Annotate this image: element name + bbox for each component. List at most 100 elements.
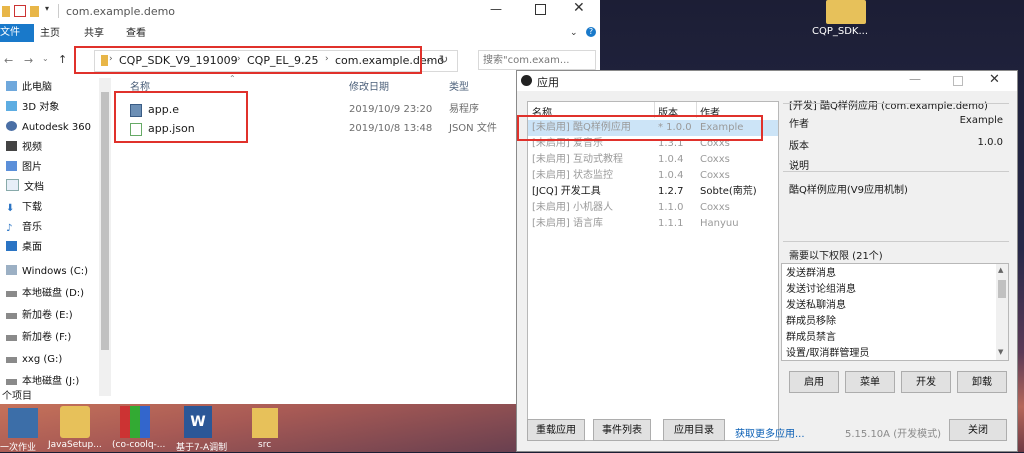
permission-item: 群成员禁言: [786, 332, 836, 343]
minimize-icon[interactable]: —: [490, 2, 502, 16]
annotation-box: [74, 46, 422, 74]
list-item[interactable]: [未启用] 互动式教程 1.0.4 Coxxs: [528, 152, 778, 168]
shortcut-icon[interactable]: [8, 408, 38, 438]
nav-label: xxg (G:): [22, 354, 63, 365]
desktop-folder-icon[interactable]: [826, 0, 866, 24]
refresh-icon[interactable]: ↻: [439, 53, 448, 66]
enable-button[interactable]: 启用: [789, 371, 839, 393]
download-icon: ⬇: [6, 203, 15, 214]
get-more-apps-link[interactable]: 获取更多应用...: [735, 425, 805, 440]
tab-view[interactable]: 查看: [126, 24, 146, 44]
folder-icon[interactable]: [252, 408, 278, 438]
app-dialog: 应用 — ✕ 名称 版本 作者 [未启用] 酷Q样例应用 * 1.0.0 Exa…: [516, 70, 1018, 452]
archive-icon[interactable]: [120, 406, 150, 438]
nav-item[interactable]: ♪ 音乐: [0, 218, 42, 238]
tab-share[interactable]: 共享: [84, 24, 104, 44]
search-input[interactable]: 搜索"com.exam...: [478, 50, 596, 70]
list-item[interactable]: [未启用] 状态监控 1.0.4 Coxxs: [528, 168, 778, 184]
scrollbar-thumb[interactable]: [101, 92, 109, 350]
scroll-down-icon[interactable]: ▼: [998, 348, 1003, 356]
list-item[interactable]: [未启用] 语言库 1.1.1 Hanyuu: [528, 216, 778, 232]
nav-item[interactable]: Windows (C:): [0, 262, 88, 282]
tab-file[interactable]: 文件: [0, 24, 34, 42]
tab-home[interactable]: 主页: [40, 24, 60, 44]
new-folder-icon[interactable]: [30, 6, 39, 17]
list-item[interactable]: [JCQ] 开发工具 1.2.7 Sobte(南荒): [528, 184, 778, 200]
annotation-box: [517, 115, 763, 141]
maximize-icon[interactable]: [535, 4, 546, 15]
pictures-icon: [6, 161, 17, 171]
file-explorer-window: ▾ com.example.demo — ✕ 文件 主页 共享 查看 ⌄ ? ←…: [0, 0, 600, 404]
nav-item[interactable]: 视频: [0, 138, 42, 158]
description-label: 说明: [789, 161, 809, 172]
close-icon[interactable]: ✕: [573, 0, 585, 16]
desktop-icon-label: CQP_SDK...: [812, 26, 869, 37]
app-author: Coxxs: [700, 170, 730, 181]
documents-icon: [6, 179, 19, 191]
scroll-up-icon[interactable]: ▲: [998, 266, 1003, 274]
help-icon[interactable]: ?: [586, 27, 596, 37]
properties-icon[interactable]: [14, 5, 26, 17]
nav-item[interactable]: 本地磁盘 (D:): [0, 284, 84, 304]
app-name: [JCQ] 开发工具: [532, 186, 601, 197]
nav-item[interactable]: 本地磁盘 (J:): [0, 372, 79, 392]
nav-item[interactable]: ⬇ 下载: [0, 198, 42, 218]
app-name: [未启用] 互动式教程: [532, 154, 623, 165]
close-icon[interactable]: ✕: [989, 72, 1000, 87]
app-directory-button[interactable]: 应用目录: [663, 419, 725, 441]
up-icon[interactable]: ↑: [58, 53, 67, 66]
version-value: 1.0.0: [977, 137, 1003, 148]
nav-item[interactable]: Autodesk 360: [0, 118, 91, 138]
nav-label: 本地磁盘 (D:): [22, 288, 85, 299]
drive-icon: [6, 335, 17, 341]
nav-item[interactable]: 新加卷 (F:): [0, 328, 71, 348]
word-doc-icon[interactable]: W: [184, 406, 212, 438]
nav-item[interactable]: 图片: [0, 158, 42, 178]
nav-label: 此电脑: [22, 82, 52, 93]
ribbon-expand-icon[interactable]: ⌄: [570, 28, 578, 38]
list-item[interactable]: [未启用] 小机器人 1.1.0 Coxxs: [528, 200, 778, 216]
nav-item[interactable]: 新加卷 (E:): [0, 306, 73, 326]
permission-item: 设置/取消群管理员: [786, 348, 870, 359]
nav-item[interactable]: 此电脑: [0, 78, 52, 98]
nav-item[interactable]: xxg (G:): [0, 350, 62, 370]
forward-icon[interactable]: →: [24, 54, 33, 67]
back-icon[interactable]: ←: [4, 54, 13, 67]
permissions-scrollbar[interactable]: ▲ ▼: [996, 264, 1008, 360]
nav-label: 新加卷 (F:): [22, 332, 72, 343]
nav-item[interactable]: 文档: [0, 178, 44, 198]
app-author: Hanyuu: [700, 218, 739, 229]
nav-label: Windows (C:): [22, 266, 88, 277]
desktop-icon: [6, 241, 17, 251]
menu-button[interactable]: 菜单: [845, 371, 895, 393]
app-list: 名称 版本 作者 [未启用] 酷Q样例应用 * 1.0.0 Example [未…: [527, 101, 779, 441]
java-setup-icon[interactable]: [60, 406, 90, 438]
app-version: 1.1.0: [658, 202, 684, 213]
separator: [58, 4, 59, 18]
video-icon: [6, 141, 17, 151]
permissions-header: 需要以下权限 (21个): [789, 251, 883, 262]
column-header-type[interactable]: 类型: [449, 78, 469, 98]
nav-scrollbar[interactable]: [99, 78, 111, 396]
file-date: 2019/10/9 23:20: [349, 104, 433, 115]
nav-label: 新加卷 (E:): [22, 310, 73, 321]
event-list-button[interactable]: 事件列表: [593, 419, 651, 441]
recent-dropdown-icon[interactable]: ⌄: [42, 54, 49, 63]
uninstall-button[interactable]: 卸载: [957, 371, 1007, 393]
author-value: Example: [959, 115, 1003, 126]
quick-access-dropdown-icon[interactable]: ▾: [45, 4, 49, 13]
reload-apps-button[interactable]: 重载应用: [527, 419, 585, 441]
minimize-icon[interactable]: —: [909, 72, 921, 86]
nav-label: 下载: [22, 202, 42, 213]
address-dropdown-icon[interactable]: ⌄: [425, 55, 432, 64]
permission-item: 发送讨论组消息: [786, 284, 856, 295]
app-name: [未启用] 状态监控: [532, 170, 613, 181]
scrollbar-thumb[interactable]: [998, 280, 1006, 298]
develop-button[interactable]: 开发: [901, 371, 951, 393]
nav-label: 文档: [24, 182, 44, 193]
column-header-date[interactable]: 修改日期: [349, 78, 389, 98]
nav-item[interactable]: 3D 对象: [0, 98, 59, 118]
close-button[interactable]: 关闭: [949, 419, 1007, 441]
app-author: Sobte(南荒): [700, 186, 757, 197]
nav-item[interactable]: 桌面: [0, 238, 42, 258]
